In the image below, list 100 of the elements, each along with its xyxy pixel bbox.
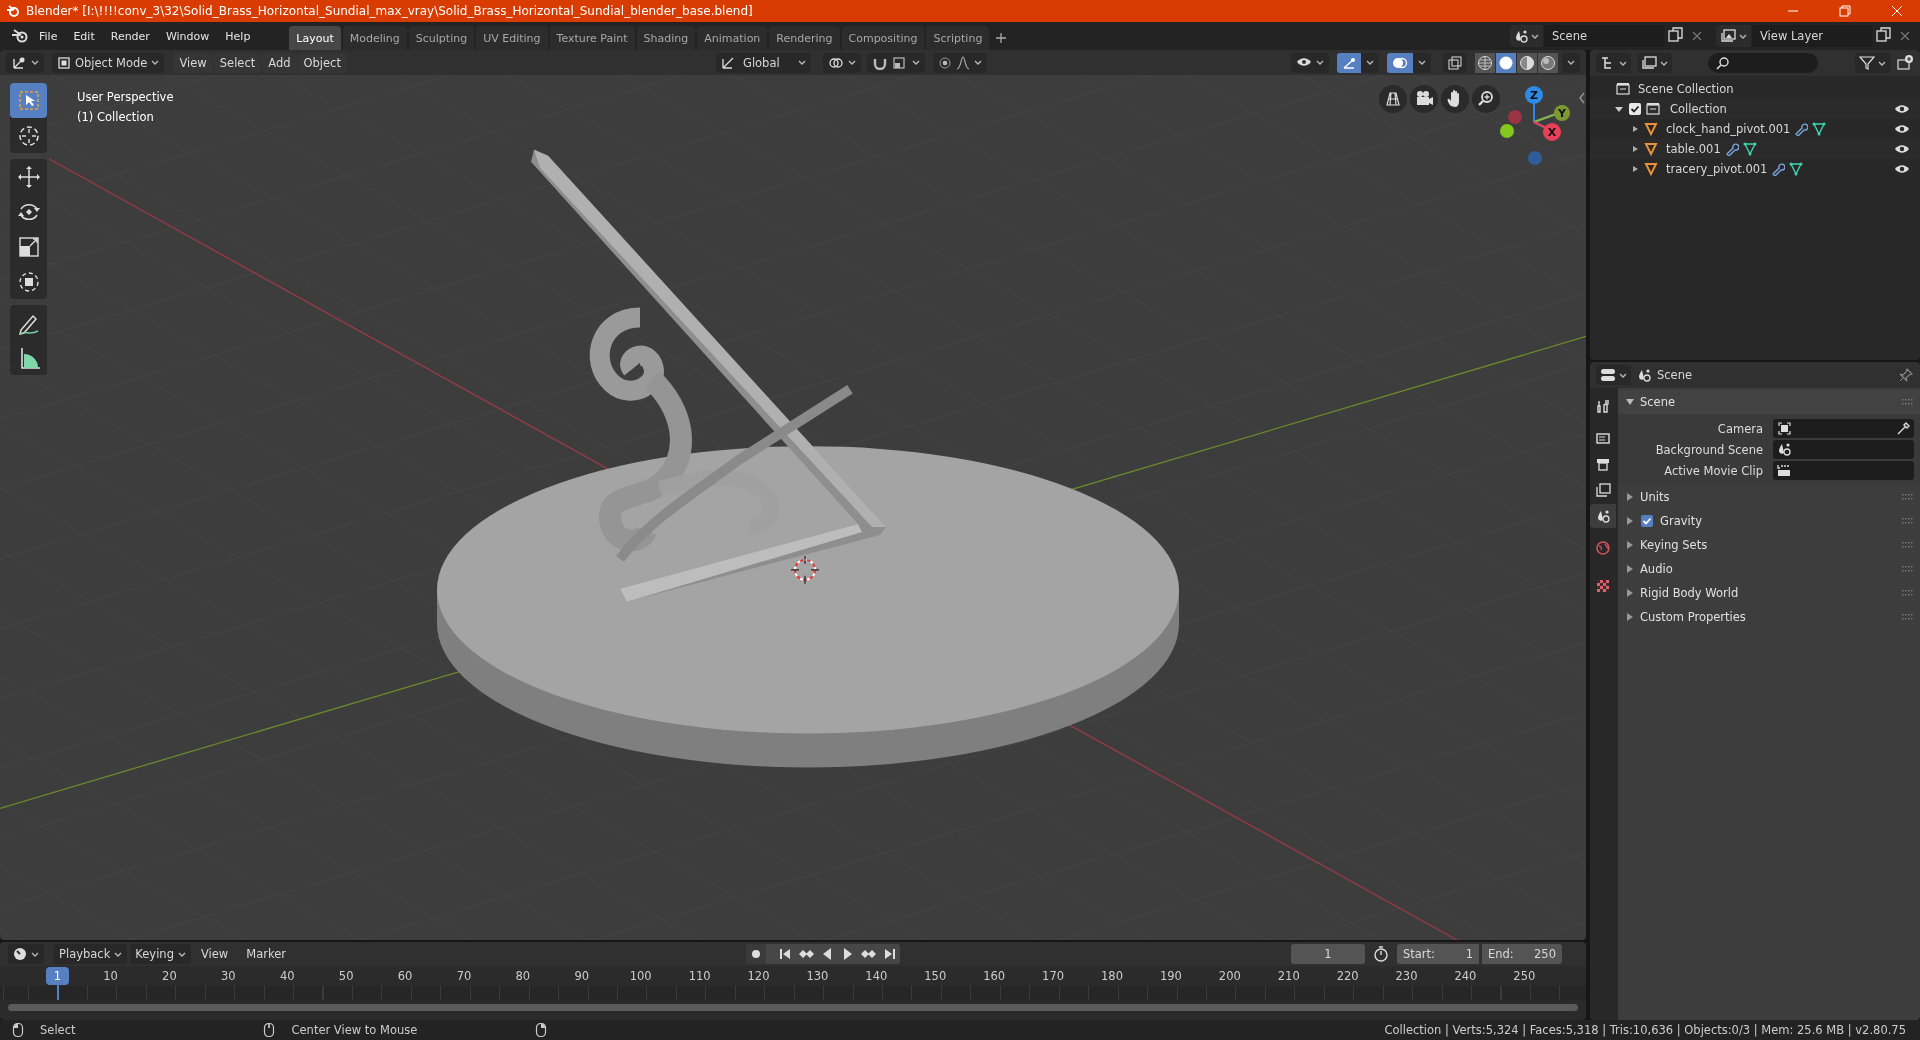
pin-icon[interactable]: [1898, 367, 1914, 383]
zoom-button[interactable]: [1472, 85, 1500, 113]
clip-field[interactable]: [1773, 461, 1914, 480]
outliner-item-label[interactable]: Scene Collection: [1638, 82, 1734, 96]
menu-dropdown[interactable]: Keying: [130, 944, 191, 964]
mesh-data-icon[interactable]: [1742, 142, 1757, 156]
menu-item[interactable]: View: [173, 52, 213, 73]
checkbox-icon[interactable]: [1628, 102, 1642, 116]
editor-type-button[interactable]: [8, 944, 44, 964]
orientation-dropdown[interactable]: Global: [715, 52, 811, 73]
disclosure-triangle-icon[interactable]: [1626, 565, 1634, 573]
camera-field[interactable]: [1773, 419, 1914, 438]
disclosure-triangle-icon[interactable]: [1626, 517, 1634, 525]
search-field[interactable]: [1708, 53, 1818, 73]
filter-button[interactable]: [1855, 53, 1890, 73]
workspace-tab[interactable]: Layout: [289, 26, 341, 50]
menu-item[interactable]: View: [192, 944, 237, 964]
workspace-tab[interactable]: UV Editing: [476, 26, 548, 50]
mesh-data-icon[interactable]: [1789, 162, 1804, 176]
expand-arrow-icon[interactable]: [1632, 124, 1640, 134]
overlays-toggle-button[interactable]: [1387, 52, 1413, 73]
hand-button[interactable]: [1441, 85, 1469, 113]
proportional-edit-button[interactable]: [932, 52, 987, 73]
panel-header-label[interactable]: Custom Properties: [1640, 610, 1746, 624]
wrench-icon[interactable]: [1771, 162, 1786, 176]
drag-handle-icon[interactable]: [1902, 564, 1914, 574]
expand-arrow-icon[interactable]: [1632, 164, 1640, 174]
panel-header-label[interactable]: Audio: [1640, 562, 1673, 576]
menu-item[interactable]: Render: [103, 25, 157, 47]
drag-handle-icon[interactable]: [1902, 397, 1914, 407]
menu-item[interactable]: Edit: [66, 25, 102, 47]
shading-material-button[interactable]: [1517, 52, 1537, 73]
blender-logo-icon[interactable]: [10, 28, 30, 44]
snap-button[interactable]: [866, 52, 925, 73]
view-layer-browse-button[interactable]: [1716, 25, 1751, 47]
menu-dropdown[interactable]: Playback: [54, 944, 128, 964]
panel-header-label[interactable]: Keying Sets: [1640, 538, 1708, 552]
visibility-button[interactable]: [1291, 52, 1329, 73]
scene-field[interactable]: [1773, 440, 1914, 459]
workspace-tab[interactable]: Sculpting: [408, 26, 475, 50]
expand-arrow-icon[interactable]: [1614, 104, 1624, 114]
panel-header-label[interactable]: Rigid Body World: [1640, 586, 1739, 600]
menu-item[interactable]: Window: [158, 25, 217, 47]
disclosure-triangle-icon[interactable]: [1626, 589, 1634, 597]
outliner-item-label[interactable]: tracery_pivot.001: [1666, 162, 1768, 176]
menu-item[interactable]: Help: [218, 25, 258, 47]
workspace-tab[interactable]: Texture Paint: [549, 26, 635, 50]
menu-item[interactable]: Select: [213, 52, 262, 73]
menu-item[interactable]: Add: [262, 52, 297, 73]
scrollbar[interactable]: [8, 1004, 1578, 1011]
drag-handle-icon[interactable]: [1902, 492, 1914, 502]
eye-icon[interactable]: [1894, 122, 1910, 136]
disclosure-triangle-icon[interactable]: [1626, 613, 1634, 621]
drag-handle-icon[interactable]: [1902, 612, 1914, 622]
wrench-icon[interactable]: [1724, 142, 1739, 156]
menu-item[interactable]: File: [32, 25, 65, 47]
outliner-item-label[interactable]: table.001: [1666, 142, 1721, 156]
workspace-tab[interactable]: Shading: [636, 26, 696, 50]
start-frame-field[interactable]: Start: 1: [1397, 944, 1479, 964]
menu-item[interactable]: Marker: [238, 944, 294, 964]
view-layer-field[interactable]: View Layer: [1752, 25, 1872, 47]
mode-dropdown[interactable]: Object Mode: [52, 52, 165, 73]
gizmo-toggle-button[interactable]: [1337, 52, 1361, 73]
pivot-point-button[interactable]: [822, 52, 861, 73]
editor-type-button[interactable]: [6, 52, 44, 73]
disclosure-triangle-icon[interactable]: [1626, 541, 1634, 549]
menu-item[interactable]: Object: [297, 52, 347, 73]
drag-handle-icon[interactable]: [1902, 516, 1914, 526]
outliner-item-label[interactable]: clock_hand_pivot.001: [1666, 122, 1791, 136]
editor-type-button[interactable]: [1596, 365, 1631, 385]
eye-icon[interactable]: [1894, 102, 1910, 116]
navigation-gizmo[interactable]: Z Y X: [1490, 85, 1580, 169]
workspace-tab[interactable]: Rendering: [769, 26, 840, 50]
workspace-tab[interactable]: Compositing: [841, 26, 925, 50]
disclosure-triangle-icon[interactable]: [1626, 493, 1634, 501]
drag-handle-icon[interactable]: [1902, 540, 1914, 550]
display-mode-button[interactable]: [1596, 53, 1631, 73]
grid-view-button[interactable]: [1379, 85, 1407, 113]
eye-icon[interactable]: [1894, 162, 1910, 176]
workspace-tab[interactable]: Animation: [697, 26, 768, 50]
playhead[interactable]: 1: [46, 967, 69, 985]
shading-solid-button[interactable]: [1496, 52, 1516, 73]
drag-handle-icon[interactable]: [1902, 588, 1914, 598]
xray-button[interactable]: [1443, 52, 1467, 73]
shading-wireframe-button[interactable]: [1475, 52, 1495, 73]
shading-rendered-button[interactable]: [1538, 52, 1558, 73]
mesh-data-icon[interactable]: [1812, 122, 1827, 136]
scene-tab[interactable]: [1590, 504, 1616, 528]
camera-button[interactable]: [1410, 85, 1438, 113]
panel-header-label[interactable]: Units: [1640, 490, 1670, 504]
workspace-tab[interactable]: Scripting: [926, 26, 990, 50]
wrench-icon[interactable]: [1794, 122, 1809, 136]
eye-icon[interactable]: [1894, 142, 1910, 156]
eyedropper-icon[interactable]: [1896, 421, 1910, 436]
outliner-item-label[interactable]: Collection: [1670, 102, 1727, 116]
end-frame-field[interactable]: End: 250: [1482, 944, 1562, 964]
current-frame-field[interactable]: 1: [1291, 944, 1365, 964]
record-icon[interactable]: [746, 944, 766, 964]
panel-header-label[interactable]: Gravity: [1660, 514, 1702, 528]
disclosure-triangle-icon[interactable]: [1626, 398, 1634, 406]
